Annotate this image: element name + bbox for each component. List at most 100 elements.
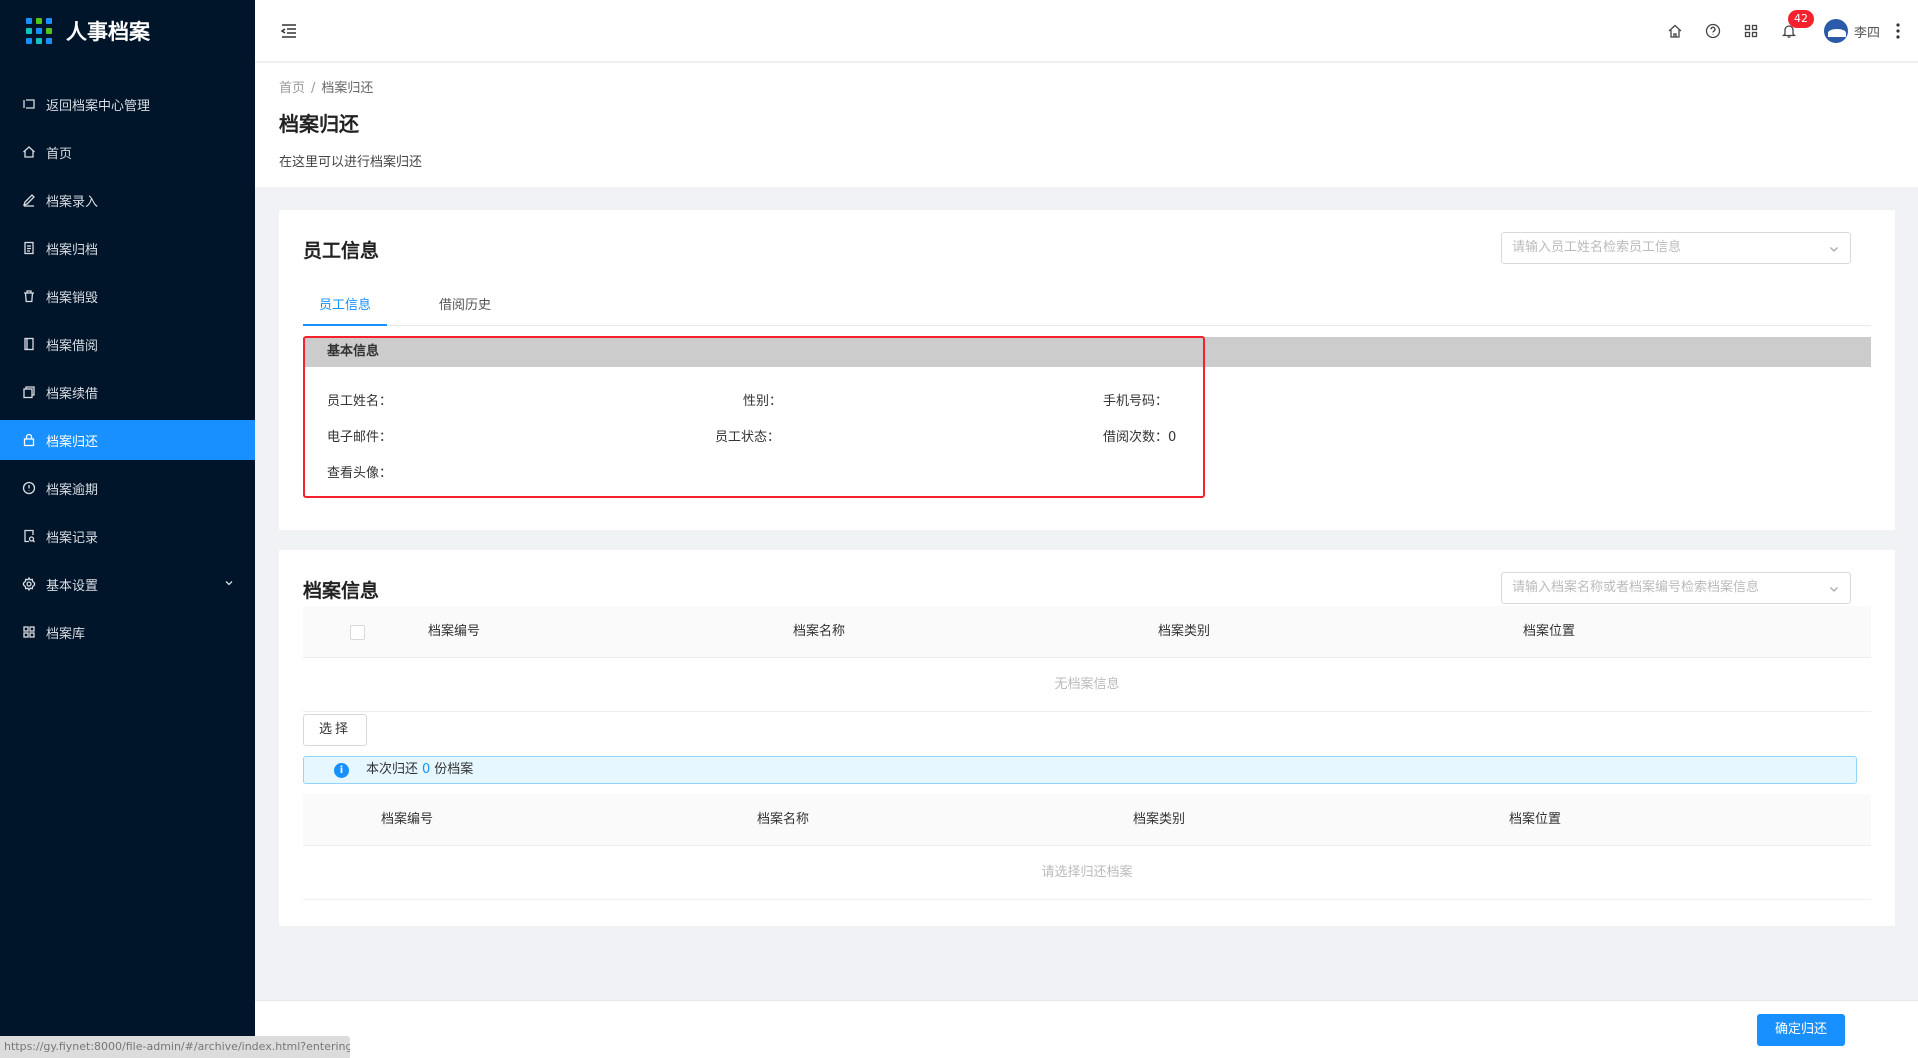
employee-search-select[interactable]: 请输入员工姓名检索员工信息 [1501, 232, 1851, 264]
alert-prefix: 本次归还 [366, 762, 419, 777]
sidebar-item-label: 档案借阅 [46, 338, 99, 354]
borrow-count: 借阅次数：0 [1103, 426, 1176, 445]
column-header: 档案位置 [1523, 624, 1576, 639]
tab-employee-info[interactable]: 员工信息 [303, 286, 388, 326]
sidebar-item-label: 档案续借 [46, 386, 99, 402]
home-icon [22, 145, 36, 159]
top-header: 42 李四 [255, 0, 1918, 62]
alert-circle-icon [22, 481, 36, 495]
sidebar-menu: 返回档案中心管理 首页 档案录入 档案归档 档案销毁 档案借阅 档案续借 档案归… [0, 84, 255, 652]
sidebar-item-label: 档案归档 [46, 242, 99, 258]
chevron-down-icon [1830, 587, 1838, 592]
sidebar: 人事档案 返回档案中心管理 首页 档案录入 档案归档 档案销毁 档案借阅 档案续… [0, 0, 255, 1058]
sidebar-item-entry[interactable]: 档案录入 [0, 180, 255, 220]
sidebar-item-settings[interactable]: 基本设置 [0, 564, 255, 604]
view-avatar-label[interactable]: 查看头像： [327, 462, 392, 481]
sidebar-item-archive[interactable]: 档案归档 [0, 228, 255, 268]
sidebar-item-records[interactable]: 档案记录 [0, 516, 255, 556]
alert-count: 0 [422, 762, 431, 777]
table-empty: 请选择归还档案 [303, 846, 1871, 900]
select-placeholder: 请输入员工姓名检索员工信息 [1512, 240, 1682, 255]
employee-status-label: 员工状态： [715, 430, 781, 445]
footer-bar: 确定归还 [255, 1000, 1918, 1058]
sidebar-item-label: 档案录入 [46, 194, 99, 210]
copy-icon [22, 385, 36, 399]
book-icon [22, 337, 36, 351]
sidebar-item-destroy[interactable]: 档案销毁 [0, 276, 255, 316]
alert-suffix: 份档案 [434, 762, 474, 777]
borrow-count-label: 借阅次数： [1103, 430, 1169, 445]
borrow-count-value: 0 [1168, 430, 1177, 445]
page-title: 档案归还 [279, 112, 359, 136]
gear-icon [22, 577, 36, 591]
sidebar-item-return[interactable]: 档案归还 [0, 420, 255, 460]
select-all-checkbox[interactable] [350, 625, 365, 640]
email-label: 电子邮件： [327, 430, 393, 445]
sidebar-item-return-center[interactable]: 返回档案中心管理 [0, 84, 255, 124]
archive-info-card: 档案信息 请输入档案名称或者档案编号检索档案信息 档案编号 档案名称 档案类别 … [279, 550, 1895, 926]
sidebar-item-label: 基本设置 [46, 578, 99, 594]
menu-collapse-icon[interactable] [279, 21, 299, 41]
return-count-alert: i 本次归还 0 份档案 [303, 756, 1857, 784]
column-header: 档案名称 [793, 624, 846, 639]
choose-button[interactable]: 选择 [303, 714, 367, 746]
browser-status-url: https://gy.fiynet:8000/file-admin/#/arch… [0, 1036, 350, 1058]
archive-table: 档案编号 档案名称 档案类别 档案位置 无档案信息 [303, 606, 1871, 712]
sidebar-item-label: 档案记录 [46, 530, 99, 546]
app-title: 人事档案 [66, 20, 150, 44]
employee-info-card: 员工信息 请输入员工姓名检索员工信息 员工信息 借阅历史 基本信息 员工姓名： … [279, 210, 1895, 530]
sidebar-item-label: 档案归还 [46, 434, 99, 450]
bell-icon[interactable]: 42 [1780, 10, 1814, 40]
column-header: 档案类别 [1133, 812, 1186, 827]
lock-icon [22, 433, 36, 447]
column-header: 档案编号 [428, 624, 481, 639]
chevron-down-icon [225, 581, 233, 586]
breadcrumb: 首页 / 档案归还 [279, 77, 1894, 96]
chevron-down-icon [1830, 247, 1838, 252]
card-title: 档案信息 [303, 580, 380, 602]
sidebar-item-label: 返回档案中心管理 [46, 98, 151, 114]
sidebar-item-label: 档案库 [46, 626, 86, 642]
file-search-icon [22, 529, 36, 543]
selected-archive-table: 档案编号 档案名称 档案类别 档案位置 请选择归还档案 [303, 794, 1871, 900]
sidebar-item-overdue[interactable]: 档案逾期 [0, 468, 255, 508]
column-header: 档案类别 [1158, 624, 1211, 639]
home-icon[interactable] [1666, 22, 1684, 40]
select-placeholder: 请输入档案名称或者档案编号检索档案信息 [1512, 580, 1760, 595]
table-header: 档案编号 档案名称 档案类别 档案位置 [303, 794, 1871, 846]
app-logo[interactable]: 人事档案 [0, 0, 255, 62]
sidebar-item-library[interactable]: 档案库 [0, 612, 255, 652]
header-actions: 42 李四 [1666, 0, 1918, 62]
edit-icon [22, 193, 36, 207]
sidebar-item-renew[interactable]: 档案续借 [0, 372, 255, 412]
help-icon[interactable] [1704, 22, 1722, 40]
apps-icon[interactable] [1742, 22, 1760, 40]
grid-icon [22, 625, 36, 639]
table-header: 档案编号 档案名称 档案类别 档案位置 [303, 606, 1871, 658]
page-header: 首页 / 档案归还 档案归还 在这里可以进行档案归还 [255, 63, 1918, 187]
card-title: 员工信息 [303, 240, 380, 262]
avatar[interactable] [1823, 19, 1848, 43]
more-vertical-icon[interactable] [1890, 21, 1906, 41]
employee-name-label: 员工姓名： [327, 394, 393, 409]
page-description: 在这里可以进行档案归还 [279, 155, 423, 170]
tab-borrow-history[interactable]: 借阅历史 [439, 286, 491, 326]
archive-search-select[interactable]: 请输入档案名称或者档案编号检索档案信息 [1501, 572, 1851, 604]
sidebar-item-label: 档案逾期 [46, 482, 99, 498]
employee-tabs: 员工信息 借阅历史 [303, 286, 1871, 326]
confirm-return-button[interactable]: 确定归还 [1757, 1014, 1845, 1046]
breadcrumb-home[interactable]: 首页 [279, 81, 305, 96]
column-header: 档案编号 [381, 812, 434, 827]
file-icon [22, 241, 36, 255]
username[interactable]: 李四 [1854, 22, 1880, 41]
sidebar-item-label: 档案销毁 [46, 290, 99, 306]
basic-info-header: 基本信息 [303, 337, 1871, 367]
gender-label: 性别： [743, 394, 783, 409]
breadcrumb-separator: / [311, 81, 316, 96]
apps-grid-icon [26, 18, 52, 44]
sidebar-item-borrow[interactable]: 档案借阅 [0, 324, 255, 364]
info-icon: i [334, 763, 349, 778]
sidebar-item-home[interactable]: 首页 [0, 132, 255, 172]
notification-badge: 42 [1787, 10, 1814, 28]
breadcrumb-current: 档案归还 [321, 81, 374, 96]
